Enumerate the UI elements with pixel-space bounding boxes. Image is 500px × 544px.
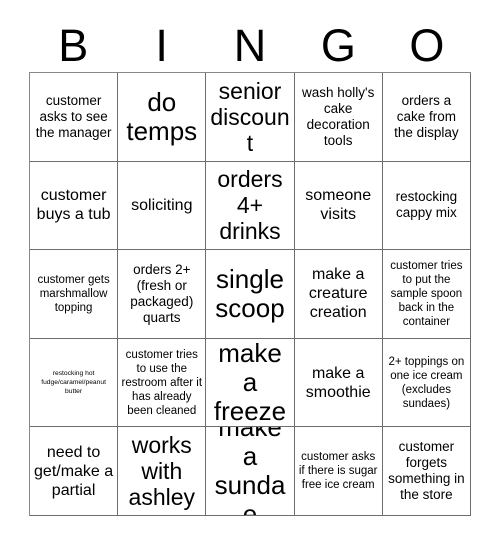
bingo-cell-label: customer tries to use the restroom after…	[121, 348, 203, 417]
bingo-cell-r2-c3[interactable]: orders 4+ drinks	[206, 161, 295, 251]
bingo-cell-r3-c3[interactable]: single scoop	[206, 250, 295, 339]
bingo-cell-r3-c5[interactable]: customer tries to put the sample spoon b…	[382, 250, 471, 339]
bingo-cell-label: customer buys a tub	[36, 187, 111, 224]
bingo-cell-r3-c2[interactable]: orders 2+ (fresh or packaged) quarts	[118, 250, 207, 339]
bingo-cell-r4-c4[interactable]: make a smoothie	[294, 338, 383, 428]
bingo-cell-label: orders 2+ (fresh or packaged) quarts	[130, 261, 194, 325]
bingo-cell-label: make a sundae	[214, 427, 286, 516]
bingo-cell-label: do temps	[126, 86, 198, 146]
bingo-cell-r1-c4[interactable]: wash holly's cake decoration tools	[294, 73, 383, 162]
bingo-cell-r3-c4[interactable]: make a creature creation	[294, 250, 383, 339]
bingo-header-letter-n: N	[233, 20, 267, 71]
bingo-header-letter-o: O	[409, 20, 445, 71]
bingo-cell-label: customer asks if there is sugar free ice…	[298, 451, 378, 492]
bingo-cell-label: works with ashley	[128, 432, 196, 511]
bingo-card: B I N G O customer asks to see the manag…	[0, 0, 500, 544]
bingo-cell-r3-c1[interactable]: customer gets marshmallow topping	[30, 250, 119, 339]
bingo-cell-label: senior discount	[210, 77, 290, 156]
bingo-cell-r4-c5[interactable]: 2+ toppings on one ice cream (excludes s…	[382, 338, 471, 428]
bingo-cell-label: orders 4+ drinks	[217, 166, 283, 245]
bingo-cell-r4-c3[interactable]: make a freeze	[206, 338, 295, 428]
bingo-cell-r1-c1[interactable]: customer asks to see the manager	[30, 73, 119, 162]
bingo-cell-label: restocking cappy mix	[395, 189, 458, 221]
bingo-cell-r1-c3[interactable]: senior discount	[206, 73, 295, 162]
bingo-cell-r2-c4[interactable]: someone visits	[294, 161, 383, 251]
bingo-cell-r2-c2[interactable]: soliciting	[118, 161, 207, 251]
bingo-cell-label: restocking hot fudge/caramel/peanut butt…	[41, 370, 106, 396]
bingo-cell-label: customer gets marshmallow topping	[37, 273, 110, 314]
bingo-cell-r5-c5[interactable]: customer forgets something in the store	[382, 427, 471, 516]
bingo-cell-label: customer tries to put the sample spoon b…	[390, 259, 463, 328]
bingo-cell-label: make a creature creation	[308, 266, 368, 322]
bingo-header-letter-b: B	[58, 20, 89, 71]
bingo-cell-r2-c5[interactable]: restocking cappy mix	[382, 161, 471, 251]
bingo-cell-label: orders a cake from the display	[394, 92, 459, 140]
bingo-cell-label: customer asks to see the manager	[35, 92, 112, 140]
bingo-cell-label: make a smoothie	[305, 364, 371, 401]
bingo-cell-r1-c2[interactable]: do temps	[118, 73, 207, 162]
bingo-cell-r1-c5[interactable]: orders a cake from the display	[382, 73, 471, 162]
bingo-cell-r5-c2[interactable]: works with ashley	[118, 427, 207, 516]
bingo-grid: customer asks to see the manager do temps…	[29, 72, 471, 516]
bingo-cell-label: customer forgets something in the store	[388, 439, 465, 503]
bingo-header-letter-g: G	[320, 20, 356, 71]
bingo-cell-r4-c2[interactable]: customer tries to use the restroom after…	[118, 338, 207, 428]
bingo-cell-label: single scoop	[215, 263, 285, 323]
bingo-cell-label: soliciting	[131, 196, 193, 214]
bingo-cell-label: 2+ toppings on one ice cream (excludes s…	[388, 355, 465, 410]
bingo-cell-label: make a freeze	[213, 338, 287, 427]
bingo-cell-r5-c3[interactable]: make a sundae	[206, 427, 295, 516]
bingo-header-row: B I N G O	[29, 16, 471, 70]
bingo-cell-label: someone visits	[305, 187, 372, 224]
bingo-cell-r5-c1[interactable]: need to get/make a partial	[30, 427, 119, 516]
bingo-cell-r5-c4[interactable]: customer asks if there is sugar free ice…	[294, 427, 383, 516]
bingo-cell-r4-c1[interactable]: restocking hot fudge/caramel/peanut butt…	[30, 338, 119, 428]
bingo-cell-r2-c1[interactable]: customer buys a tub	[30, 161, 119, 251]
bingo-cell-label: wash holly's cake decoration tools	[302, 84, 375, 148]
bingo-header-letter-i: I	[155, 20, 168, 71]
bingo-cell-label: need to get/make a partial	[34, 443, 114, 499]
